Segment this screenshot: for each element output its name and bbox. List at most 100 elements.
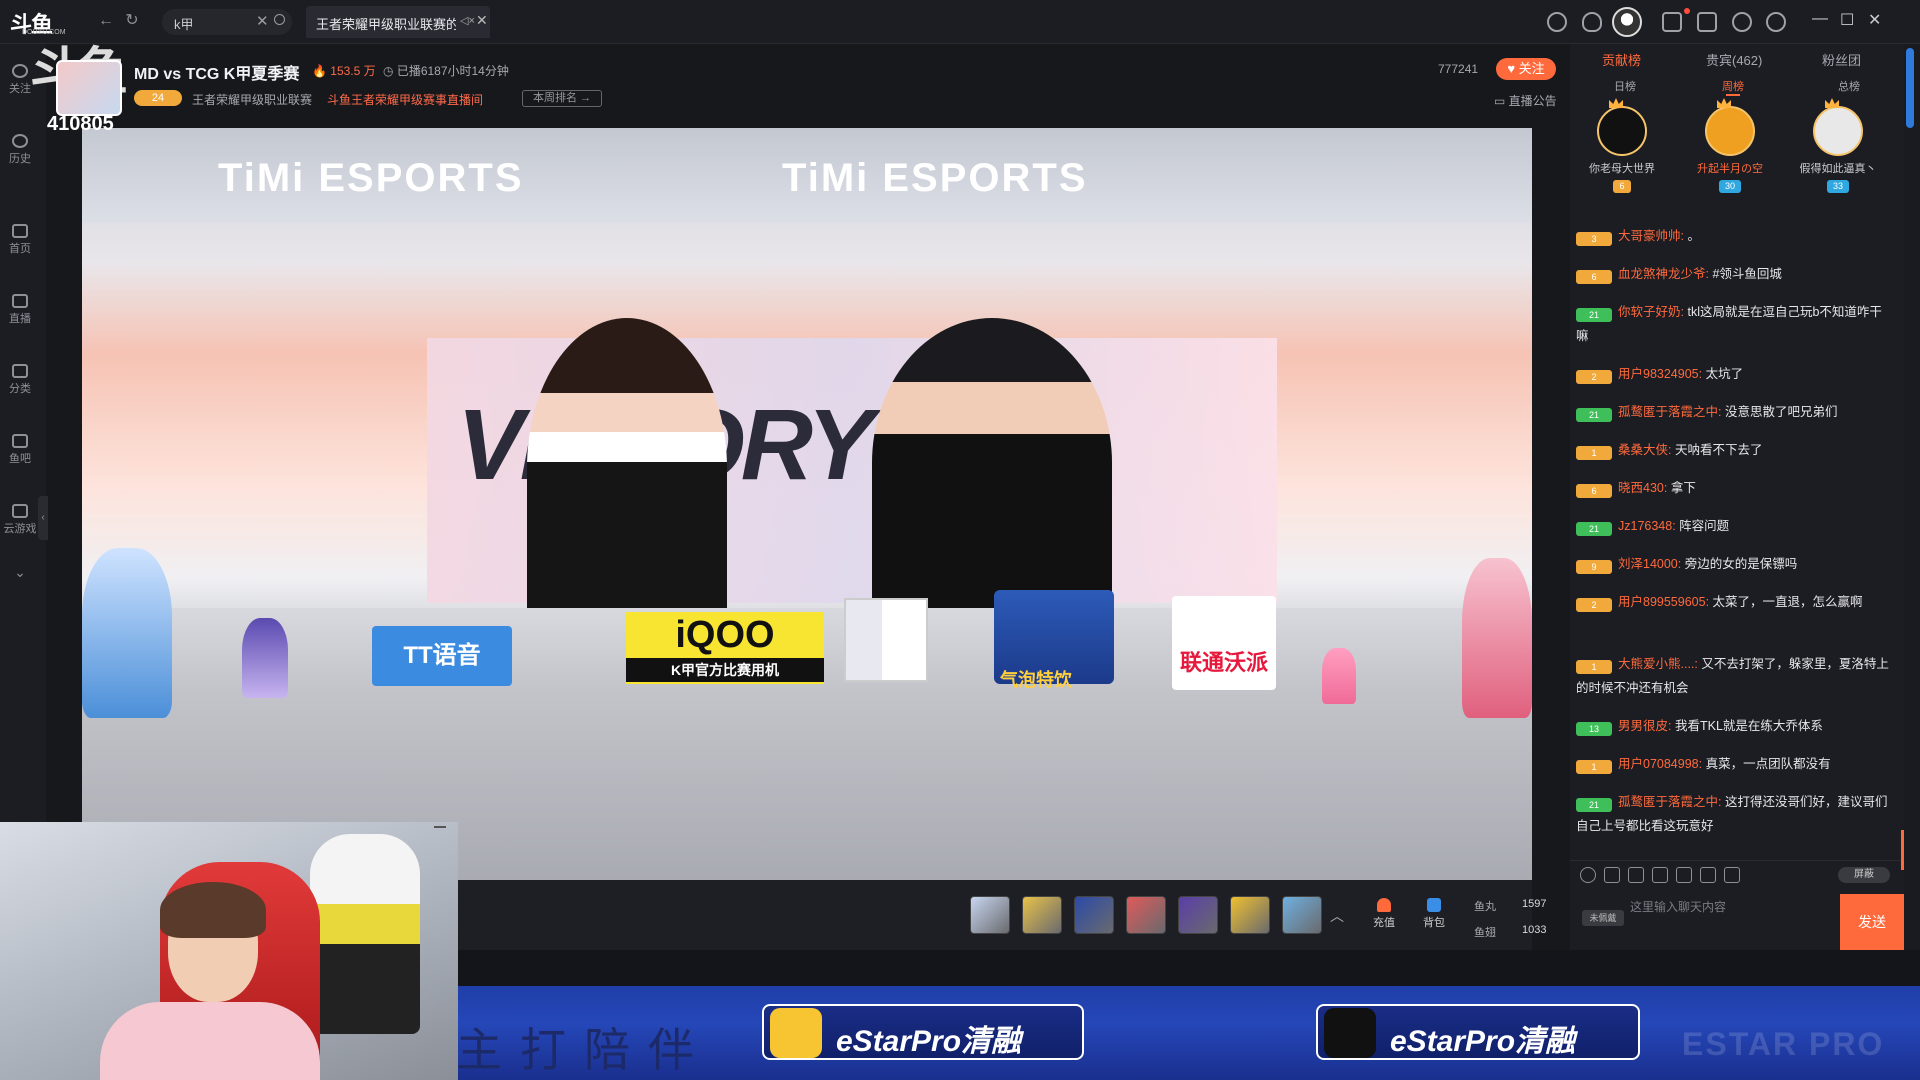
tab-contribution[interactable]: 贡献榜: [1602, 50, 1641, 69]
chat-list[interactable]: 3 大哥豪帅帅: 。 6 血龙煞神龙少爷: #领斗鱼回城 21 你软子好奶: tkl这局就…: [1576, 204, 1894, 894]
gift-item[interactable]: [1022, 896, 1062, 934]
avatar: [1813, 98, 1863, 156]
chat-username[interactable]: 刘泽14000: [1618, 557, 1678, 571]
shirt-icon[interactable]: [1697, 12, 1717, 32]
chat-username[interactable]: 大哥豪帅帅: [1618, 229, 1681, 243]
sidebar-item-home[interactable]: 首页: [0, 224, 40, 256]
chat-username[interactable]: 血龙煞神龙少爷: [1618, 267, 1706, 281]
tab-fan-club[interactable]: 粉丝团: [1822, 50, 1861, 69]
notification-dot: [1684, 8, 1690, 14]
gift-item[interactable]: [1282, 896, 1322, 934]
history-icon[interactable]: [1547, 12, 1567, 32]
user-level-badge: 21: [1576, 522, 1612, 536]
streamer-level-badge: 24: [134, 90, 182, 106]
chat-username[interactable]: 晓西430: [1618, 481, 1664, 495]
chevron-up-icon[interactable]: ︿: [1330, 906, 1344, 926]
shield-button[interactable]: 屏蔽: [1838, 867, 1890, 883]
mute-icon[interactable]: ◁×: [460, 14, 475, 27]
chat-message: 21 孤鹜匿于落霞之中: 这打得还没哥们好，建议哥们自己上号都比看这玩意好: [1576, 795, 1888, 833]
chat-username[interactable]: 男男很皮: [1618, 719, 1668, 733]
backpack-button[interactable]: 背包: [1416, 898, 1452, 930]
gift-item[interactable]: [1178, 896, 1218, 934]
gift-item[interactable]: [1126, 896, 1166, 934]
subtab-daily[interactable]: 日榜: [1614, 78, 1636, 94]
video-player[interactable]: TiMi ESPORTS TiMi ESPORTS VICTORY TT语音 i…: [82, 128, 1532, 880]
fishfin-balance: 鱼翅 1033: [1474, 924, 1547, 939]
chat-scrollbar-thumb[interactable]: [1901, 830, 1904, 870]
chat-message: 9 刘泽14000: 旁边的女的是保镖吗: [1576, 552, 1894, 576]
close-tab-icon[interactable]: ✕: [476, 12, 488, 29]
gift-item[interactable]: [970, 896, 1010, 934]
chat-username[interactable]: 用户899559605: [1618, 595, 1706, 609]
emoji-icon[interactable]: [1580, 867, 1596, 883]
chat-username[interactable]: 大熊爱小熊....: [1618, 657, 1694, 671]
streamer-avatar[interactable]: [56, 60, 122, 116]
user-level-badge: 21: [1576, 308, 1612, 322]
chat-input[interactable]: 这里输入聊天内容: [1630, 890, 1830, 940]
favorite-icon[interactable]: [1582, 12, 1602, 32]
rank-item[interactable]: 你老母大世界 6: [1572, 98, 1672, 194]
gift-item[interactable]: [1074, 896, 1114, 934]
hot-icon[interactable]: [1724, 867, 1740, 883]
chat-username[interactable]: Jz176348: [1618, 519, 1672, 533]
fan-icon[interactable]: [1652, 867, 1668, 883]
search-icon[interactable]: [274, 14, 285, 25]
scrollbar-thumb[interactable]: [1906, 48, 1914, 128]
category-link[interactable]: 王者荣耀甲级职业联赛: [192, 91, 312, 108]
clear-icon[interactable]: ✕: [256, 12, 269, 30]
chat-message: 21 你软子好奶: tkl这局就是在逗自己玩b不知道咋干嘛: [1576, 305, 1882, 343]
search-input[interactable]: k甲: [174, 14, 194, 33]
page-scrollbar[interactable]: [1904, 44, 1920, 950]
sidebar-item-cloud-game[interactable]: 云游戏: [0, 504, 40, 536]
crown-tool-icon[interactable]: [1628, 867, 1644, 883]
chat-text: 旁边的女的是保镖吗: [1684, 557, 1798, 571]
chat-message: 2 用户98324905: 太坑了: [1576, 362, 1894, 386]
chat-message: 2 用户899559605: 太菜了，一直退，怎么赢啊: [1576, 590, 1894, 614]
chevron-down-icon[interactable]: ⌄: [0, 564, 40, 581]
sidebar-item-fishbar[interactable]: 鱼吧: [0, 434, 40, 466]
sidebar-item-history[interactable]: 历史: [0, 134, 40, 166]
send-button[interactable]: 发送: [1840, 894, 1904, 950]
team-watermark: ESTAR PRO: [1682, 1026, 1885, 1062]
browser-tab[interactable]: 王者荣耀甲级职业联赛的... ◁× ✕: [306, 6, 490, 38]
sidebar-item-category[interactable]: 分类: [0, 364, 40, 396]
megaphone-icon[interactable]: [1604, 867, 1620, 883]
back-icon[interactable]: ←: [96, 11, 116, 31]
subcategory-link[interactable]: 斗鱼王者荣耀甲级赛事直播间: [327, 91, 483, 108]
rank-item[interactable]: 假得如此逼真丶 33: [1788, 98, 1888, 194]
chat-username[interactable]: 孤鹜匿于落霞之中: [1618, 795, 1718, 809]
tab-vip[interactable]: 贵宾(462): [1706, 50, 1762, 69]
message-icon[interactable]: [1732, 12, 1752, 32]
calendar-icon[interactable]: [1662, 12, 1682, 32]
search-box[interactable]: k甲 ✕: [162, 9, 292, 35]
chat-username[interactable]: 用户98324905: [1618, 367, 1699, 381]
chat-username[interactable]: 孤鹜匿于落霞之中: [1618, 405, 1718, 419]
close-window-button[interactable]: ✕: [1868, 10, 1881, 30]
user-level-badge: 13: [1576, 722, 1612, 736]
weekly-rank-button[interactable]: 本周排名 →: [522, 90, 602, 107]
chat-username[interactable]: 你软子好奶: [1618, 305, 1681, 319]
sidebar-collapse-handle[interactable]: ‹: [38, 496, 48, 540]
rank-item[interactable]: 升起半月の空 30: [1680, 98, 1780, 194]
minimize-icon[interactable]: [434, 826, 446, 828]
follow-button[interactable]: ♥ 关注: [1496, 58, 1556, 80]
badge-status[interactable]: 未佩戴: [1582, 910, 1624, 926]
minimize-button[interactable]: —: [1812, 10, 1828, 28]
subtab-total[interactable]: 总榜: [1838, 78, 1860, 94]
chat-text: 拿下: [1670, 481, 1696, 495]
host-male: [872, 318, 1112, 608]
subtab-weekly[interactable]: 周榜: [1722, 78, 1744, 96]
recharge-button[interactable]: 充值: [1366, 898, 1402, 930]
maximize-button[interactable]: ☐: [1840, 10, 1854, 30]
refresh-icon[interactable]: ↻: [122, 11, 142, 31]
chat-username[interactable]: 桑桑大侠: [1618, 443, 1668, 457]
super-icon[interactable]: [1676, 867, 1692, 883]
user-avatar[interactable]: [1612, 7, 1642, 37]
announcement-link[interactable]: ▭ 直播公告: [1494, 92, 1557, 109]
settings-icon[interactable]: [1766, 12, 1786, 32]
highlight-icon[interactable]: [1700, 867, 1716, 883]
sidebar-item-live[interactable]: 直播: [0, 294, 40, 326]
gift-item[interactable]: [1230, 896, 1270, 934]
chat-username[interactable]: 用户07084998: [1618, 757, 1699, 771]
figurine-small-left: [242, 618, 288, 698]
